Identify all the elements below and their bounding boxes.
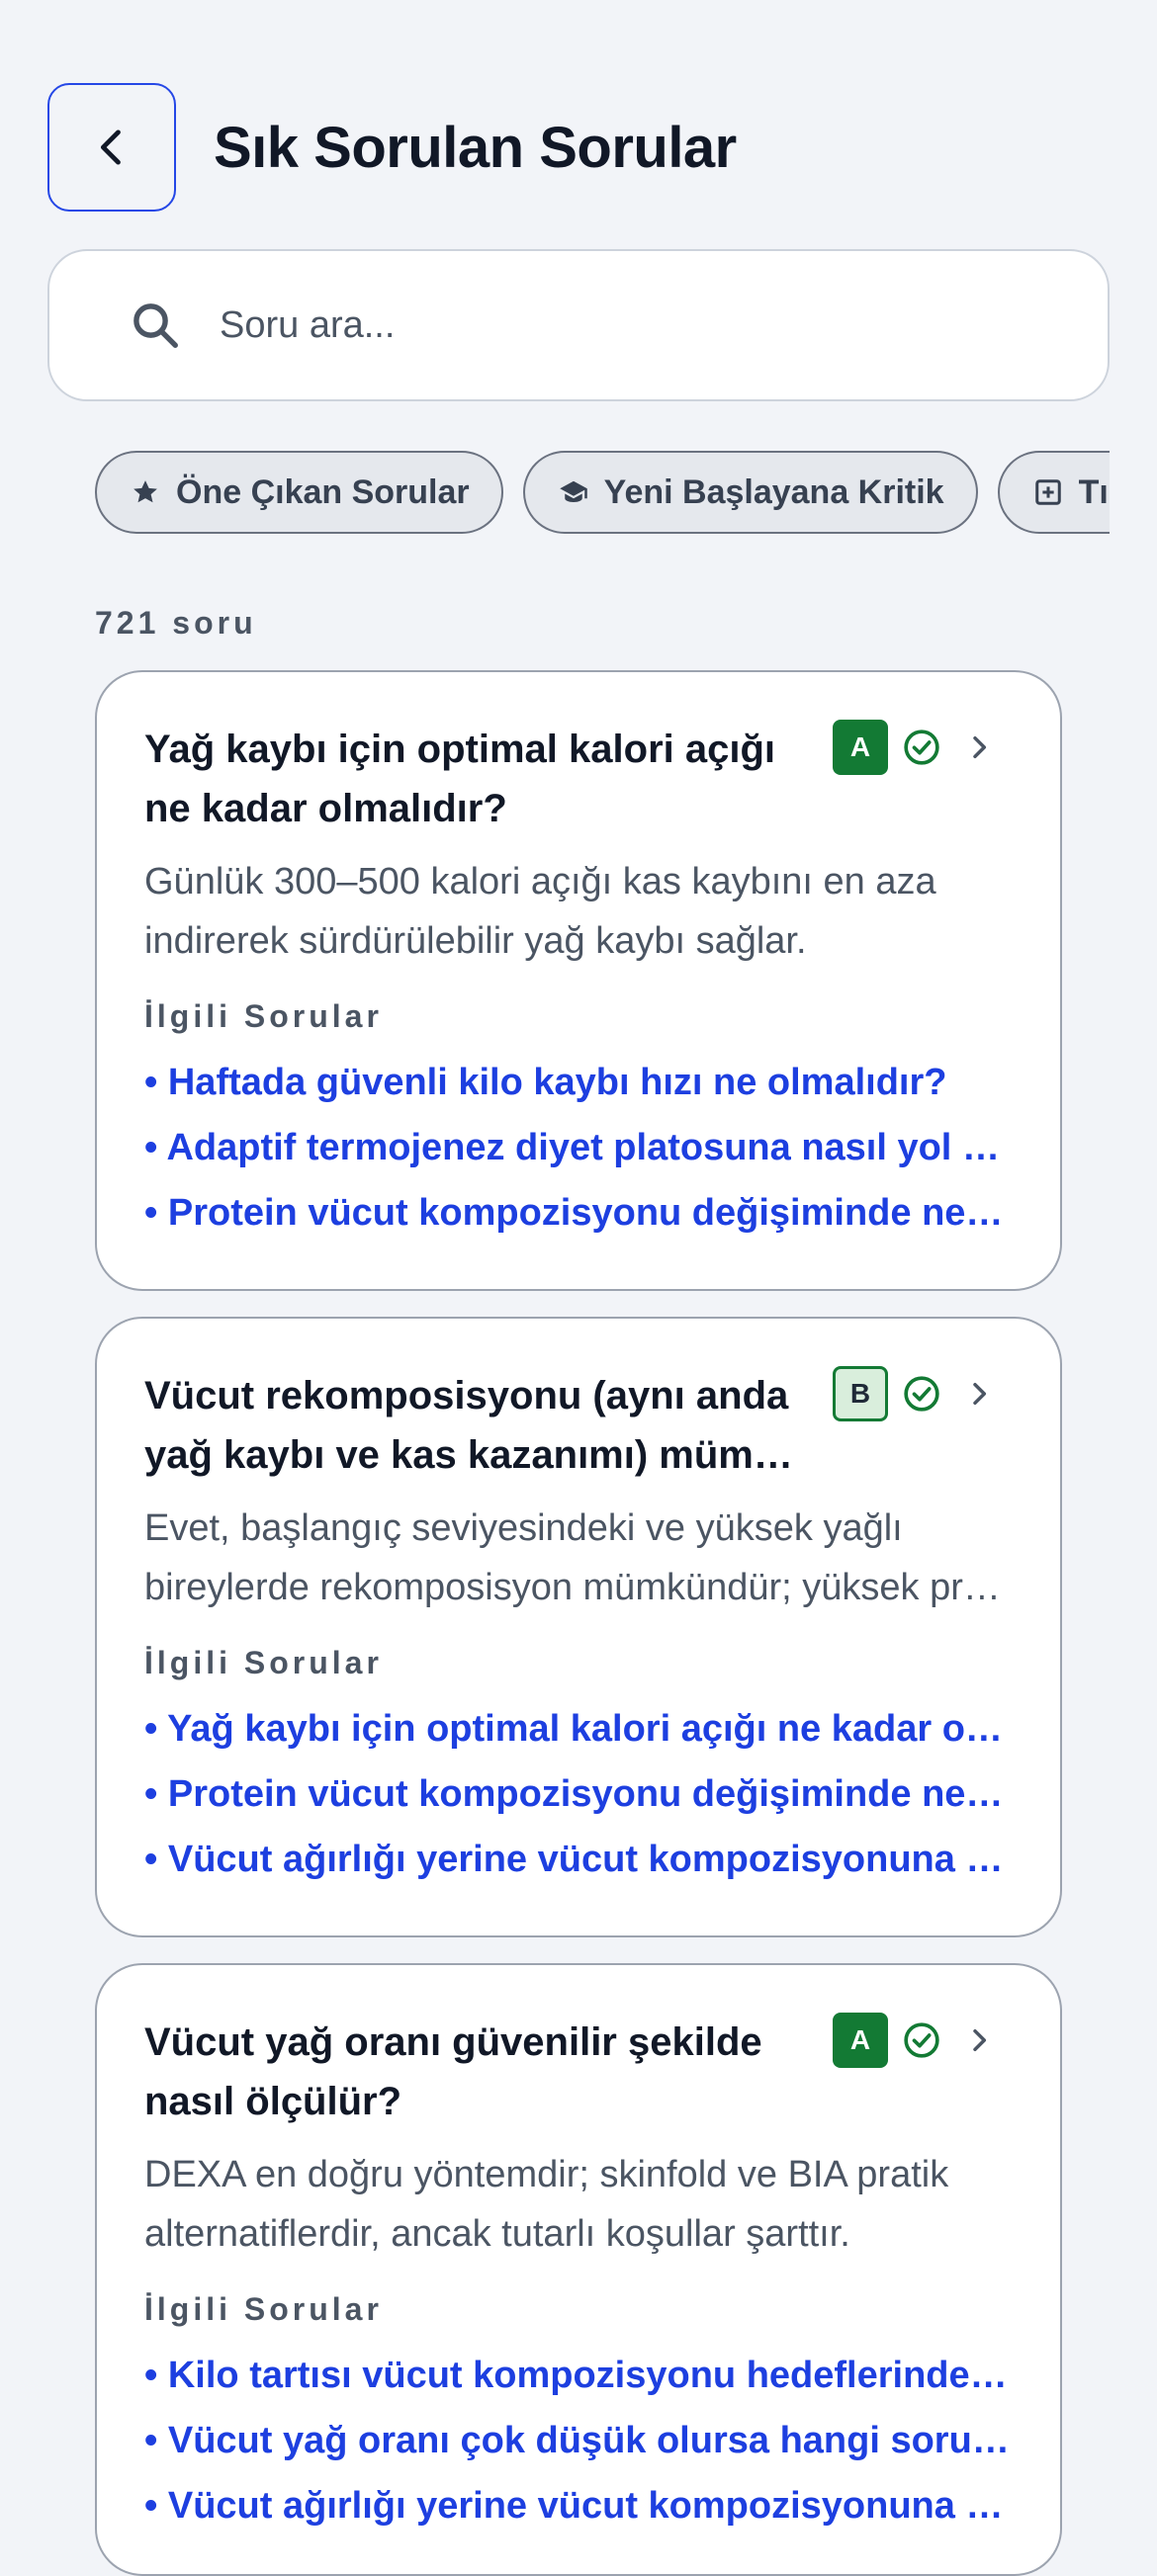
faq-card[interactable]: Yağ kaybı için optimal kalori açığı ne k… [95, 670, 1062, 1291]
related-questions-heading: İlgili Sorular [144, 1645, 383, 1680]
search-bar[interactable] [47, 249, 1110, 401]
related-question-link[interactable]: • Haftada güvenli kilo kaybı hızı ne olm… [144, 1050, 1013, 1115]
faq-card[interactable]: Vücut rekomposisyonu (aynı anda yağ kayb… [95, 1317, 1062, 1937]
related-question-link[interactable]: • Kilo tartısı vücut kompozisyonu hedefl… [144, 2343, 1013, 2408]
chip-label: Yeni Başlayana Kritik [603, 472, 944, 511]
related-question-link[interactable]: • Protein vücut kompozisyonu değişiminde… [144, 1761, 1013, 1827]
chevron-right-icon[interactable] [963, 731, 995, 763]
question-title: Yağ kaybı için optimal kalori açığı ne k… [144, 728, 776, 830]
answer-summary: Günlük 300–500 kalori açığı kas kaybını … [144, 861, 936, 962]
answer-summary: Evet, başlangıç seviyesindeki ve yüksek … [144, 1507, 1013, 1608]
verified-check-icon [904, 1376, 939, 1412]
chevron-right-icon[interactable] [963, 2024, 995, 2056]
graduation-cap-icon [559, 480, 587, 502]
evidence-grade-badge: A [833, 720, 888, 775]
evidence-grade-badge: A [833, 2013, 888, 2068]
page-title: Sık Sorulan Sorular [214, 115, 737, 180]
category-chips: Öne Çıkan Sorular Yeni Başlayana Kritik … [95, 451, 1110, 534]
header: Sık Sorulan Sorular [47, 83, 737, 212]
verified-check-icon [904, 730, 939, 765]
related-questions-heading: İlgili Sorular [144, 998, 383, 1034]
related-question-link[interactable]: • Vücut ağırlığı yerine vücut kompozisyo… [144, 1827, 1013, 1892]
chip-medical[interactable]: Tıbbi [997, 451, 1110, 534]
search-icon [134, 303, 178, 348]
question-title: Vücut yağ oranı güvenilir şekilde nasıl … [144, 2020, 762, 2123]
answer-summary: DEXA en doğru yöntemdir; skinfold ve BIA… [144, 2154, 949, 2255]
back-button[interactable] [47, 83, 176, 212]
verified-check-icon [904, 2022, 939, 2058]
chip-label: Öne Çıkan Sorular [176, 472, 470, 511]
question-title: Vücut rekomposisyonu (aynı anda yağ kayb… [144, 1374, 797, 1477]
evidence-grade-badge: B [833, 1366, 888, 1421]
related-question-link[interactable]: • Protein vücut kompozisyonu değişiminde… [144, 1180, 1013, 1245]
related-questions-heading: İlgili Sorular [144, 2291, 383, 2327]
chip-label: Tıbbi [1078, 472, 1110, 511]
faq-card[interactable]: Vücut yağ oranı güvenilir şekilde nasıl … [95, 1963, 1062, 2576]
related-question-link[interactable]: • Yağ kaybı için optimal kalori açığı ne… [144, 1696, 1013, 1761]
related-question-link[interactable]: • Vücut ağırlığı yerine vücut kompozisyo… [144, 2473, 1013, 2538]
medical-plus-icon [1034, 479, 1061, 505]
related-question-link[interactable]: • Vücut yağ oranı çok düşük olursa hangi… [144, 2408, 1013, 2473]
chip-beginner[interactable]: Yeni Başlayana Kritik [522, 451, 978, 534]
related-question-link[interactable]: • Adaptif termojenez diyet platosuna nas… [144, 1115, 1013, 1180]
search-input[interactable] [218, 302, 1013, 348]
chevron-left-icon [100, 129, 121, 165]
chevron-right-icon[interactable] [963, 1378, 995, 1410]
chip-featured[interactable]: Öne Çıkan Sorular [95, 451, 503, 534]
star-icon [134, 480, 157, 503]
question-count: 721 soru [95, 605, 257, 641]
